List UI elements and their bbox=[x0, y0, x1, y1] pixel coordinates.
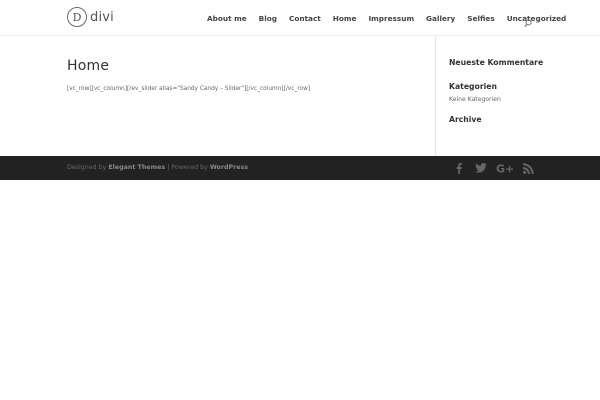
nav-item-blog[interactable]: Blog bbox=[259, 14, 277, 23]
nav-item-uncategorized[interactable]: Uncategorized bbox=[507, 14, 567, 23]
main-content: Home [vc_row][vc_column][rev_slider alia… bbox=[67, 58, 412, 92]
nav-item-impressum[interactable]: Impressum bbox=[368, 14, 414, 23]
widget-archive: Archive bbox=[449, 115, 589, 124]
search-icon[interactable] bbox=[524, 13, 532, 28]
page-content-text: [vc_row][vc_column][rev_slider alias="Sa… bbox=[67, 86, 311, 92]
nav-item-home[interactable]: Home bbox=[333, 14, 357, 23]
widget-recent-comments: Neueste Kommentare bbox=[449, 58, 589, 67]
site-header: D divi About me Blog Contact Home Impres… bbox=[0, 0, 600, 35]
widget-title-recent-comments: Neueste Kommentare bbox=[449, 58, 544, 67]
nav-item-contact[interactable]: Contact bbox=[289, 14, 321, 23]
google-plus-icon[interactable]: G+ bbox=[496, 162, 514, 175]
svg-text:G+: G+ bbox=[496, 163, 514, 175]
logo-mark: D bbox=[67, 7, 87, 27]
widget-categories: Kategorien Keine Kategorien bbox=[449, 82, 589, 103]
nav-item-about-me[interactable]: About me bbox=[207, 14, 247, 23]
nav-item-gallery[interactable]: Gallery bbox=[426, 14, 455, 23]
no-categories-text: Keine Kategorien bbox=[449, 96, 501, 103]
powered-by-text: | Powered by bbox=[167, 164, 208, 171]
designed-by-text: Designed by bbox=[67, 164, 107, 171]
sidebar: Neueste Kommentare Kategorien Keine Kate… bbox=[449, 58, 589, 124]
footer-credits: Designed by Elegant Themes | Powered by … bbox=[67, 164, 248, 171]
elegant-themes-link[interactable]: Elegant Themes bbox=[108, 164, 165, 171]
logo-text: divi bbox=[90, 9, 114, 25]
site-logo[interactable]: D divi bbox=[67, 6, 114, 28]
nav-item-selfies[interactable]: Selfies bbox=[467, 14, 494, 23]
twitter-icon[interactable] bbox=[475, 162, 487, 174]
sidebar-divider bbox=[435, 35, 436, 156]
widget-title-archive: Archive bbox=[449, 115, 482, 124]
rss-icon[interactable] bbox=[523, 162, 534, 174]
facebook-icon[interactable] bbox=[454, 162, 464, 174]
page-title: Home bbox=[67, 58, 110, 74]
widget-title-categories: Kategorien bbox=[449, 82, 497, 91]
main-navigation: About me Blog Contact Home Impressum Gal… bbox=[207, 12, 566, 24]
site-footer: Designed by Elegant Themes | Powered by … bbox=[0, 156, 600, 180]
social-icons: G+ bbox=[454, 162, 534, 174]
wordpress-link[interactable]: WordPress bbox=[210, 164, 248, 171]
